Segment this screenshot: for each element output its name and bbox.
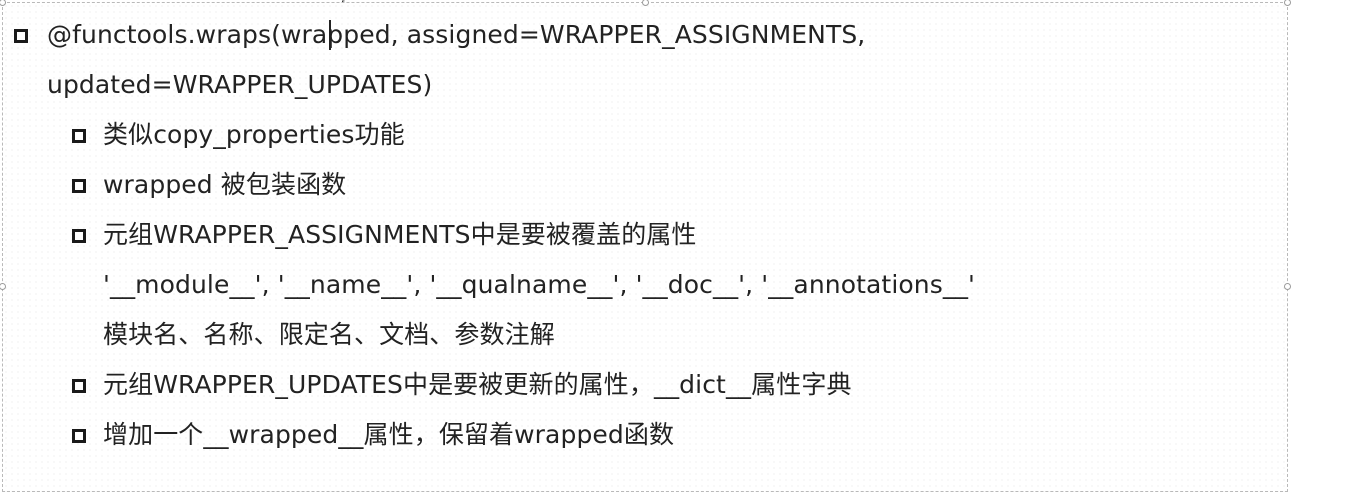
hollow-square-bullet-icon — [72, 429, 86, 443]
list-item-assignments-desc[interactable]: 模块名、名称、限定名、文档、参数注解 — [103, 320, 555, 350]
list-item-wrapped-attr[interactable]: 增加一个__wrapped__属性，保留着wrapped函数 — [103, 420, 674, 450]
hollow-square-bullet-icon — [72, 179, 86, 193]
hollow-square-bullet-icon — [14, 29, 28, 43]
heading-line-1[interactable]: @functools.wraps(wrapped, assigned=WRAPP… — [47, 20, 865, 50]
list-item-copy-properties[interactable]: 类似copy_properties功能 — [103, 120, 405, 150]
hollow-square-bullet-icon — [72, 379, 86, 393]
resize-handle-top-right[interactable] — [1284, 0, 1291, 6]
list-item-wrapped[interactable]: wrapped 被包装函数 — [103, 170, 346, 200]
heading-line-2[interactable]: updated=WRAPPER_UPDATES) — [47, 70, 432, 100]
text-cursor-icon — [329, 20, 331, 50]
hollow-square-bullet-icon — [72, 229, 86, 243]
list-item-assignments-attrs[interactable]: '__module__', '__name__', '__qualname__'… — [103, 270, 975, 300]
resize-handle-middle-right[interactable] — [1284, 283, 1291, 290]
resize-handle-top-left[interactable] — [0, 0, 6, 6]
list-item-assignments[interactable]: 元组WRAPPER_ASSIGNMENTS中是要被覆盖的属性 — [103, 220, 697, 250]
resize-handle-top-middle[interactable] — [642, 0, 649, 6]
hollow-square-bullet-icon — [72, 129, 86, 143]
resize-handle-middle-left[interactable] — [0, 283, 6, 290]
list-item-updates[interactable]: 元组WRAPPER_UPDATES中是要被更新的属性，__dict__属性字典 — [103, 370, 852, 400]
